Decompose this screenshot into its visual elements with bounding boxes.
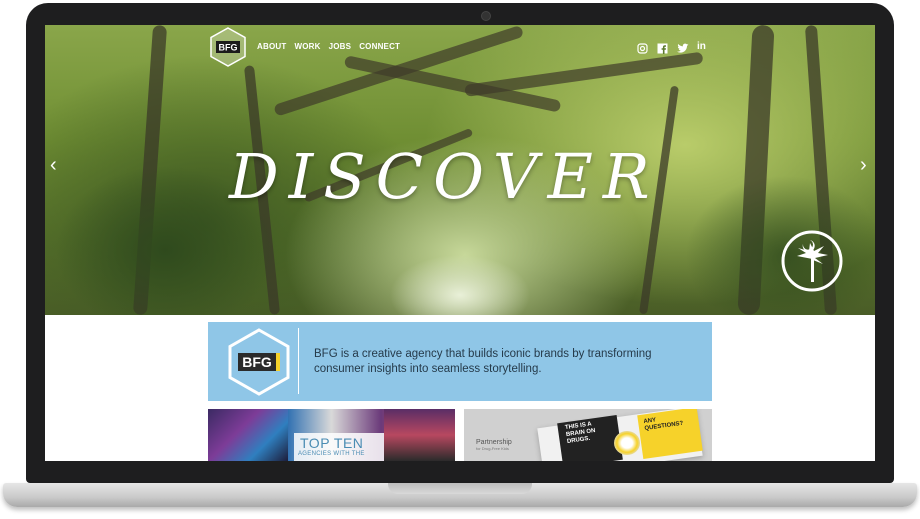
agency-tagline: BFG is a creative agency that builds ico… <box>314 348 652 375</box>
card-subtitle: AGENCIES WITH THE <box>298 451 365 457</box>
social-links: in <box>637 41 708 54</box>
bfg-banner-logo: BFG <box>228 328 290 396</box>
hero-headline: DISCOVER <box>229 140 660 213</box>
palmetto-moon-icon[interactable] <box>779 230 845 292</box>
laptop-notch <box>388 483 532 494</box>
twitter-icon[interactable] <box>677 41 689 53</box>
bfg-logo[interactable]: BFG <box>209 27 247 67</box>
facebook-icon[interactable] <box>657 41 668 54</box>
card-title: TOP TEN <box>300 435 364 451</box>
nav-connect[interactable]: CONNECT <box>359 42 400 51</box>
nav-work[interactable]: WORK <box>294 42 320 51</box>
feature-card-partnership[interactable]: Partnership for Drug-Free Kids THIS IS A… <box>464 409 712 461</box>
ad-copy-left: THIS IS A BRAIN ON DRUGS. <box>564 421 596 445</box>
intro-banner: BFG BFG is a creative agency that builds… <box>208 322 712 401</box>
website-screen: BFG ABOUT WORK JOBS CONNECT in ‹ › DISCO… <box>45 25 875 461</box>
egg-image <box>614 431 640 455</box>
feature-card-top-ten[interactable]: TOP TEN AGENCIES WITH THE <box>208 409 455 461</box>
hero-slider: BFG ABOUT WORK JOBS CONNECT in ‹ › DISCO… <box>45 25 875 315</box>
partnership-logo: Partnership for Drug-Free Kids <box>476 439 546 451</box>
nav-about[interactable]: ABOUT <box>257 42 286 51</box>
svg-text:BFG: BFG <box>242 354 272 370</box>
slider-prev-arrow[interactable]: ‹ <box>50 155 57 175</box>
nav-jobs[interactable]: JOBS <box>329 42 352 51</box>
card-image <box>208 409 288 461</box>
svg-text:BFG: BFG <box>219 43 238 53</box>
banner-divider <box>298 328 299 394</box>
partner-subtitle: for Drug-Free Kids <box>476 446 509 451</box>
slider-next-arrow[interactable]: › <box>860 155 867 175</box>
partner-name: Partnership <box>476 439 512 446</box>
laptop-mockup: BFG ABOUT WORK JOBS CONNECT in ‹ › DISCO… <box>0 0 920 519</box>
main-nav: ABOUT WORK JOBS CONNECT <box>257 42 400 51</box>
card-image <box>384 409 455 461</box>
tree-branch <box>464 51 704 97</box>
content-area: BFG BFG is a creative agency that builds… <box>45 315 875 461</box>
instagram-icon[interactable] <box>637 41 648 54</box>
webcam-icon <box>481 11 491 21</box>
linkedin-icon[interactable]: in <box>697 41 708 52</box>
